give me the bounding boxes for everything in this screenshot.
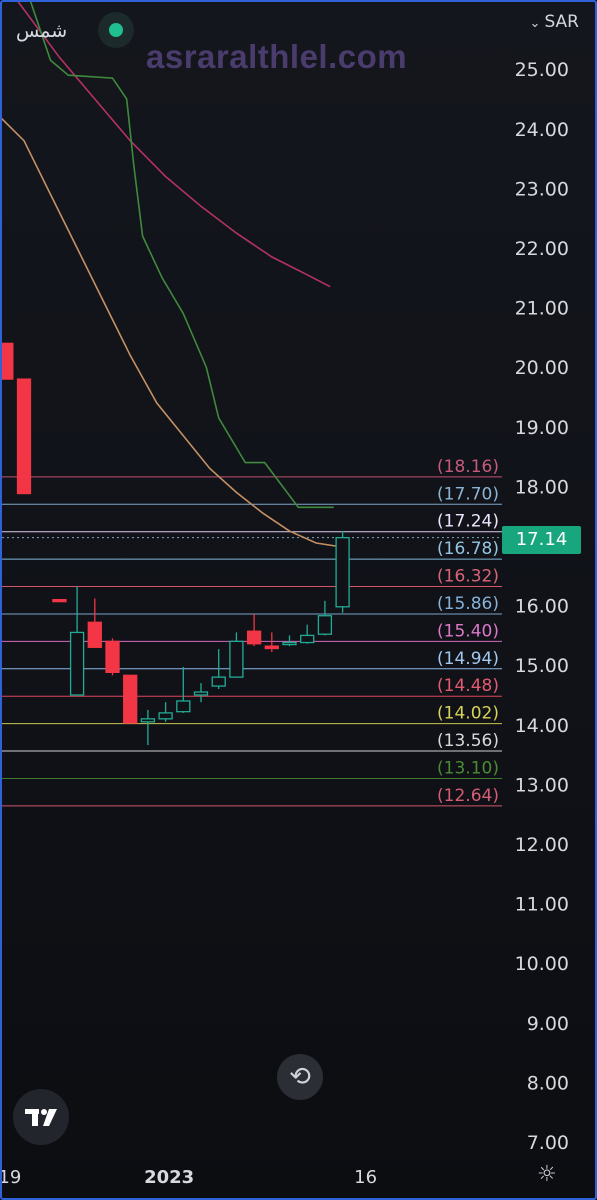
- y-axis-tick-label: 16.00: [515, 596, 569, 618]
- candle: [158, 712, 173, 720]
- watermark: asraralthlel.com: [146, 38, 408, 75]
- candle: [211, 676, 226, 687]
- candle: [69, 631, 85, 696]
- y-axis-tick-label: 21.00: [515, 298, 569, 320]
- level-label: (12.64): [437, 786, 499, 806]
- chart-frame: (18.16) (17.70) (17.24) (16.78) (16.32) (15.8…: [0, 0, 597, 1200]
- y-axis-tick-label: 23.00: [515, 178, 569, 200]
- y-axis-tick-label: 24.00: [515, 119, 569, 141]
- chevron-down-icon: ⌄: [529, 16, 541, 31]
- candle: [264, 645, 279, 650]
- x-axis-tick-label: 2023: [144, 1167, 194, 1188]
- candle: [87, 621, 102, 648]
- candle: [140, 718, 156, 723]
- y-axis-tick-label: 22.00: [515, 238, 569, 260]
- currency-label: SAR: [544, 12, 579, 32]
- y-axis-tick-label: 7.00: [527, 1132, 569, 1154]
- y-axis-tick-label: 13.00: [515, 774, 569, 796]
- candle: [300, 634, 315, 644]
- rotate-ccw-icon: ⟲: [289, 1062, 311, 1092]
- level-label: (18.16): [437, 457, 499, 477]
- currency-selector[interactable]: ⌄ SAR: [530, 12, 579, 32]
- candle: [123, 674, 138, 724]
- y-axis-tick-label: 25.00: [515, 59, 569, 81]
- level-label: (17.24): [437, 512, 499, 532]
- price-chart[interactable]: (18.16) (17.70) (17.24) (16.78) (16.32) (15.8…: [2, 2, 595, 1198]
- y-axis-tick-label: 12.00: [515, 834, 569, 856]
- tradingview-logo[interactable]: [13, 1089, 69, 1145]
- gear-icon[interactable]: ☼: [537, 1162, 557, 1187]
- y-axis-tick-label: 18.00: [515, 476, 569, 498]
- level-label: (14.94): [437, 649, 499, 669]
- x-axis-tick-label: 19: [2, 1167, 21, 1188]
- y-axis-tick-label: 20.00: [515, 357, 569, 379]
- y-axis-tick-label: 9.00: [527, 1013, 569, 1035]
- last-price-tag: 17.14: [502, 526, 581, 554]
- level-label: (13.10): [437, 758, 499, 778]
- candle: [193, 691, 209, 696]
- candle: [105, 640, 120, 674]
- candle: [317, 615, 333, 635]
- level-label: (15.40): [437, 621, 499, 641]
- level-label: (15.86): [437, 594, 499, 614]
- candle: [335, 537, 350, 608]
- candle: [282, 641, 297, 646]
- candle: [16, 378, 32, 495]
- y-axis-tick-label: 11.00: [515, 894, 569, 916]
- level-label: (16.78): [437, 539, 499, 559]
- candle: [229, 640, 244, 678]
- moving-average-line: [29, 2, 334, 509]
- candle: [246, 630, 262, 645]
- moving-average-line: [2, 117, 336, 547]
- level-label: (14.02): [437, 704, 499, 724]
- y-axis-tick-label: 15.00: [515, 655, 569, 677]
- y-axis-tick-label: 14.00: [515, 715, 569, 737]
- level-label: (17.70): [437, 484, 499, 504]
- candle: [176, 700, 191, 713]
- reset-chart-button[interactable]: ⟲: [277, 1054, 323, 1100]
- candle: [52, 598, 67, 603]
- x-axis-tick-label: 16: [354, 1167, 377, 1188]
- y-axis-tick-label: 19.00: [515, 417, 569, 439]
- level-label: (16.32): [437, 567, 499, 587]
- tradingview-logo-icon: [25, 1109, 57, 1126]
- symbol-label[interactable]: شمس: [16, 20, 67, 42]
- level-label: (13.56): [437, 731, 499, 751]
- y-axis-tick-label: 10.00: [515, 953, 569, 975]
- candle: [2, 342, 14, 380]
- market-status-icon: [98, 12, 134, 48]
- level-label: (14.48): [437, 676, 499, 696]
- y-axis-tick-label: 8.00: [527, 1072, 569, 1094]
